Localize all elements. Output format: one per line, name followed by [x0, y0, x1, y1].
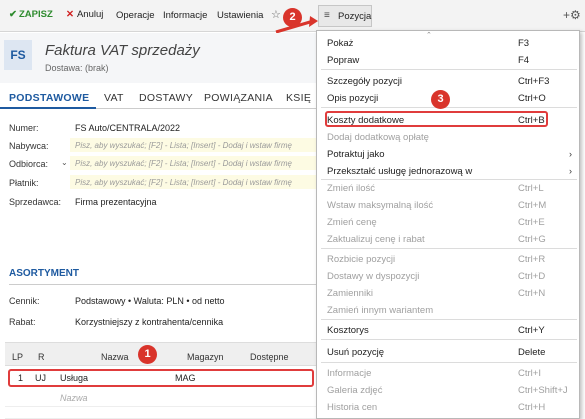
check-icon: ✔	[9, 9, 17, 20]
tab-vat[interactable]: VAT	[104, 92, 124, 104]
rabat-field[interactable]: Korzystniejszy z kontrahenta/cennika	[75, 317, 223, 327]
menu-item-rozbicie-pozycji[interactable]: Rozbicie pozycji	[327, 254, 395, 265]
odbiorca-label: Odbiorca:	[9, 159, 49, 169]
shortcut-rozbicie: Ctrl+R	[518, 254, 546, 265]
nabywca-input[interactable]: Pisz, aby wyszukać; [F2] - Lista; [Inser…	[70, 138, 320, 152]
row-highlight-annotation	[8, 369, 314, 387]
page-subtitle: Dostawa: (brak)	[45, 63, 109, 73]
menu-item-szczegoly-pozycji[interactable]: Szczegóły pozycji	[327, 76, 402, 87]
callout-badge: 1	[138, 345, 157, 364]
menu-item-zmien-ilosc[interactable]: Zmień ilość	[327, 183, 375, 194]
chevron-right-icon: ›	[569, 149, 572, 159]
info-menu[interactable]: Informacje	[163, 10, 207, 21]
tab-bar: PODSTAWOWE VAT DOSTAWY POWIĄZANIA KSIĘ	[0, 85, 320, 109]
menu-item-historia-cen[interactable]: Historia cen	[327, 402, 377, 413]
menu-separator	[321, 319, 577, 320]
section-title-asortyment: ASORTYMENT	[9, 268, 79, 279]
menu-item-potraktuj-jako[interactable]: Potraktuj jako	[327, 149, 385, 160]
new-row-name-input[interactable]: Nazwa	[60, 393, 88, 403]
platnik-label: Płatnik:	[9, 178, 39, 188]
chevron-down-icon[interactable]: ⌄	[61, 158, 68, 167]
menu-item-highlight-annotation	[325, 111, 548, 127]
menu-item-galeria-zdjec[interactable]: Galeria zdjęć	[327, 385, 382, 396]
shortcut-popraw: F4	[518, 55, 530, 66]
pozycja-menu-button[interactable]: ≡ Pozycja	[318, 5, 372, 27]
menu-item-zamien-wariantem[interactable]: Zamień innym wariantem	[327, 305, 433, 316]
shortcut-szczegoly: Ctrl+F3	[518, 76, 550, 87]
settings-menu[interactable]: Ustawienia	[217, 10, 263, 21]
rabat-label: Rabat:	[9, 317, 36, 327]
cennik-field[interactable]: Podstawowy • Waluta: PLN • od netto	[75, 296, 225, 306]
menu-item-dodaj-oplate[interactable]: Dodaj dodatkową opłatę	[327, 132, 429, 143]
menu-item-pokaz[interactable]: Pokaż	[327, 38, 353, 49]
shortcut-kosztorys: Ctrl+Y	[518, 325, 545, 336]
pozycja-dropdown-menu: ⌃ Pokaż F3 Popraw F4 Szczegóły pozycji C…	[316, 30, 580, 419]
menu-item-zamienniki[interactable]: Zamienniki	[327, 288, 373, 299]
menu-item-wstaw-max-ilosc[interactable]: Wstaw maksymalną ilość	[327, 200, 433, 211]
chevron-up-icon: ⌃	[426, 32, 432, 39]
menu-item-opis-pozycji[interactable]: Opis pozycji	[327, 93, 378, 104]
items-table-header: LP R Nazwa Magazyn Dostępne	[5, 342, 320, 366]
shortcut-zaktualizuj: Ctrl+G	[518, 234, 546, 245]
add-settings-icon[interactable]: +⚙	[563, 8, 581, 22]
shortcut-usun: Delete	[518, 347, 546, 358]
section-divider	[9, 284, 320, 285]
tab-powiazania[interactable]: POWIĄZANIA	[204, 92, 273, 104]
column-header-r[interactable]: R	[38, 352, 45, 362]
empty-row	[5, 407, 320, 419]
menu-item-przeksztalc-usluge[interactable]: Przekształć usługę jednorazową w	[327, 166, 472, 177]
menu-separator	[321, 362, 577, 363]
shortcut-galeria: Ctrl+Shift+J	[518, 385, 568, 396]
shortcut-opis: Ctrl+O	[518, 93, 546, 104]
tab-ksiegowe[interactable]: KSIĘ	[286, 92, 311, 104]
menu-separator	[321, 179, 577, 180]
numer-label: Numer:	[9, 123, 39, 133]
shortcut-pokaz: F3	[518, 38, 530, 49]
menu-item-dostawy-w-dyspozycji[interactable]: Dostawy w dyspozycji	[327, 271, 419, 282]
document-type-badge: FS	[4, 40, 32, 70]
shortcut-dostawy: Ctrl+D	[518, 271, 546, 282]
cancel-button[interactable]: ✕ Anuluj	[66, 9, 103, 20]
menu-item-informacje[interactable]: Informacje	[327, 368, 371, 379]
tab-dostawy[interactable]: DOSTAWY	[139, 92, 193, 104]
nabywca-label: Nabywca:	[9, 141, 49, 151]
new-row[interactable]: Nazwa	[5, 387, 320, 407]
menu-item-kosztorys[interactable]: Kosztorys	[327, 325, 369, 336]
shortcut-zamienniki: Ctrl+N	[518, 288, 546, 299]
sprzedawca-field[interactable]: Firma prezentacyjna	[75, 197, 157, 207]
close-icon: ✕	[66, 9, 74, 20]
cennik-label: Cennik:	[9, 296, 40, 306]
shortcut-historia: Ctrl+H	[518, 402, 546, 413]
odbiorca-input[interactable]: Pisz, aby wyszukać; [F2] - Lista; [Inser…	[70, 156, 320, 170]
page-title: Faktura VAT sprzedaży	[45, 42, 200, 59]
chevron-right-icon: ›	[569, 166, 572, 176]
column-header-dostepne[interactable]: Dostępne	[250, 352, 289, 362]
menu-item-zmien-cene[interactable]: Zmień cenę	[327, 217, 377, 228]
shortcut-zmien-ilosc: Ctrl+L	[518, 183, 544, 194]
menu-separator	[321, 248, 577, 249]
shortcut-wstaw-max: Ctrl+M	[518, 200, 547, 211]
column-header-magazyn[interactable]: Magazyn	[187, 352, 224, 362]
numer-field[interactable]: FS Auto/CENTRALA/2022	[75, 123, 180, 133]
callout-badge: 3	[431, 90, 450, 109]
column-header-nazwa[interactable]: Nazwa	[101, 352, 129, 362]
menu-separator	[321, 69, 577, 70]
shortcut-zmien-cene: Ctrl+E	[518, 217, 545, 228]
menu-item-usun-pozycje[interactable]: Usuń pozycję	[327, 347, 384, 358]
shortcut-informacje: Ctrl+I	[518, 368, 541, 379]
save-button[interactable]: ✔ ZAPISZ	[9, 9, 53, 20]
menu-item-zaktualizuj-cene[interactable]: Zaktualizuj cenę i rabat	[327, 234, 425, 245]
menu-separator	[321, 339, 577, 340]
menu-separator	[321, 107, 577, 108]
hamburger-icon: ≡	[324, 10, 330, 21]
platnik-input[interactable]: Pisz, aby wyszukać; [F2] - Lista; [Inser…	[70, 175, 320, 189]
sprzedawca-label: Sprzedawca:	[9, 197, 62, 207]
menu-item-popraw[interactable]: Popraw	[327, 55, 359, 66]
operations-menu[interactable]: Operacje	[116, 10, 155, 21]
active-tab-indicator	[0, 107, 96, 109]
column-header-lp[interactable]: LP	[12, 352, 23, 362]
tab-podstawowe[interactable]: PODSTAWOWE	[9, 92, 89, 104]
